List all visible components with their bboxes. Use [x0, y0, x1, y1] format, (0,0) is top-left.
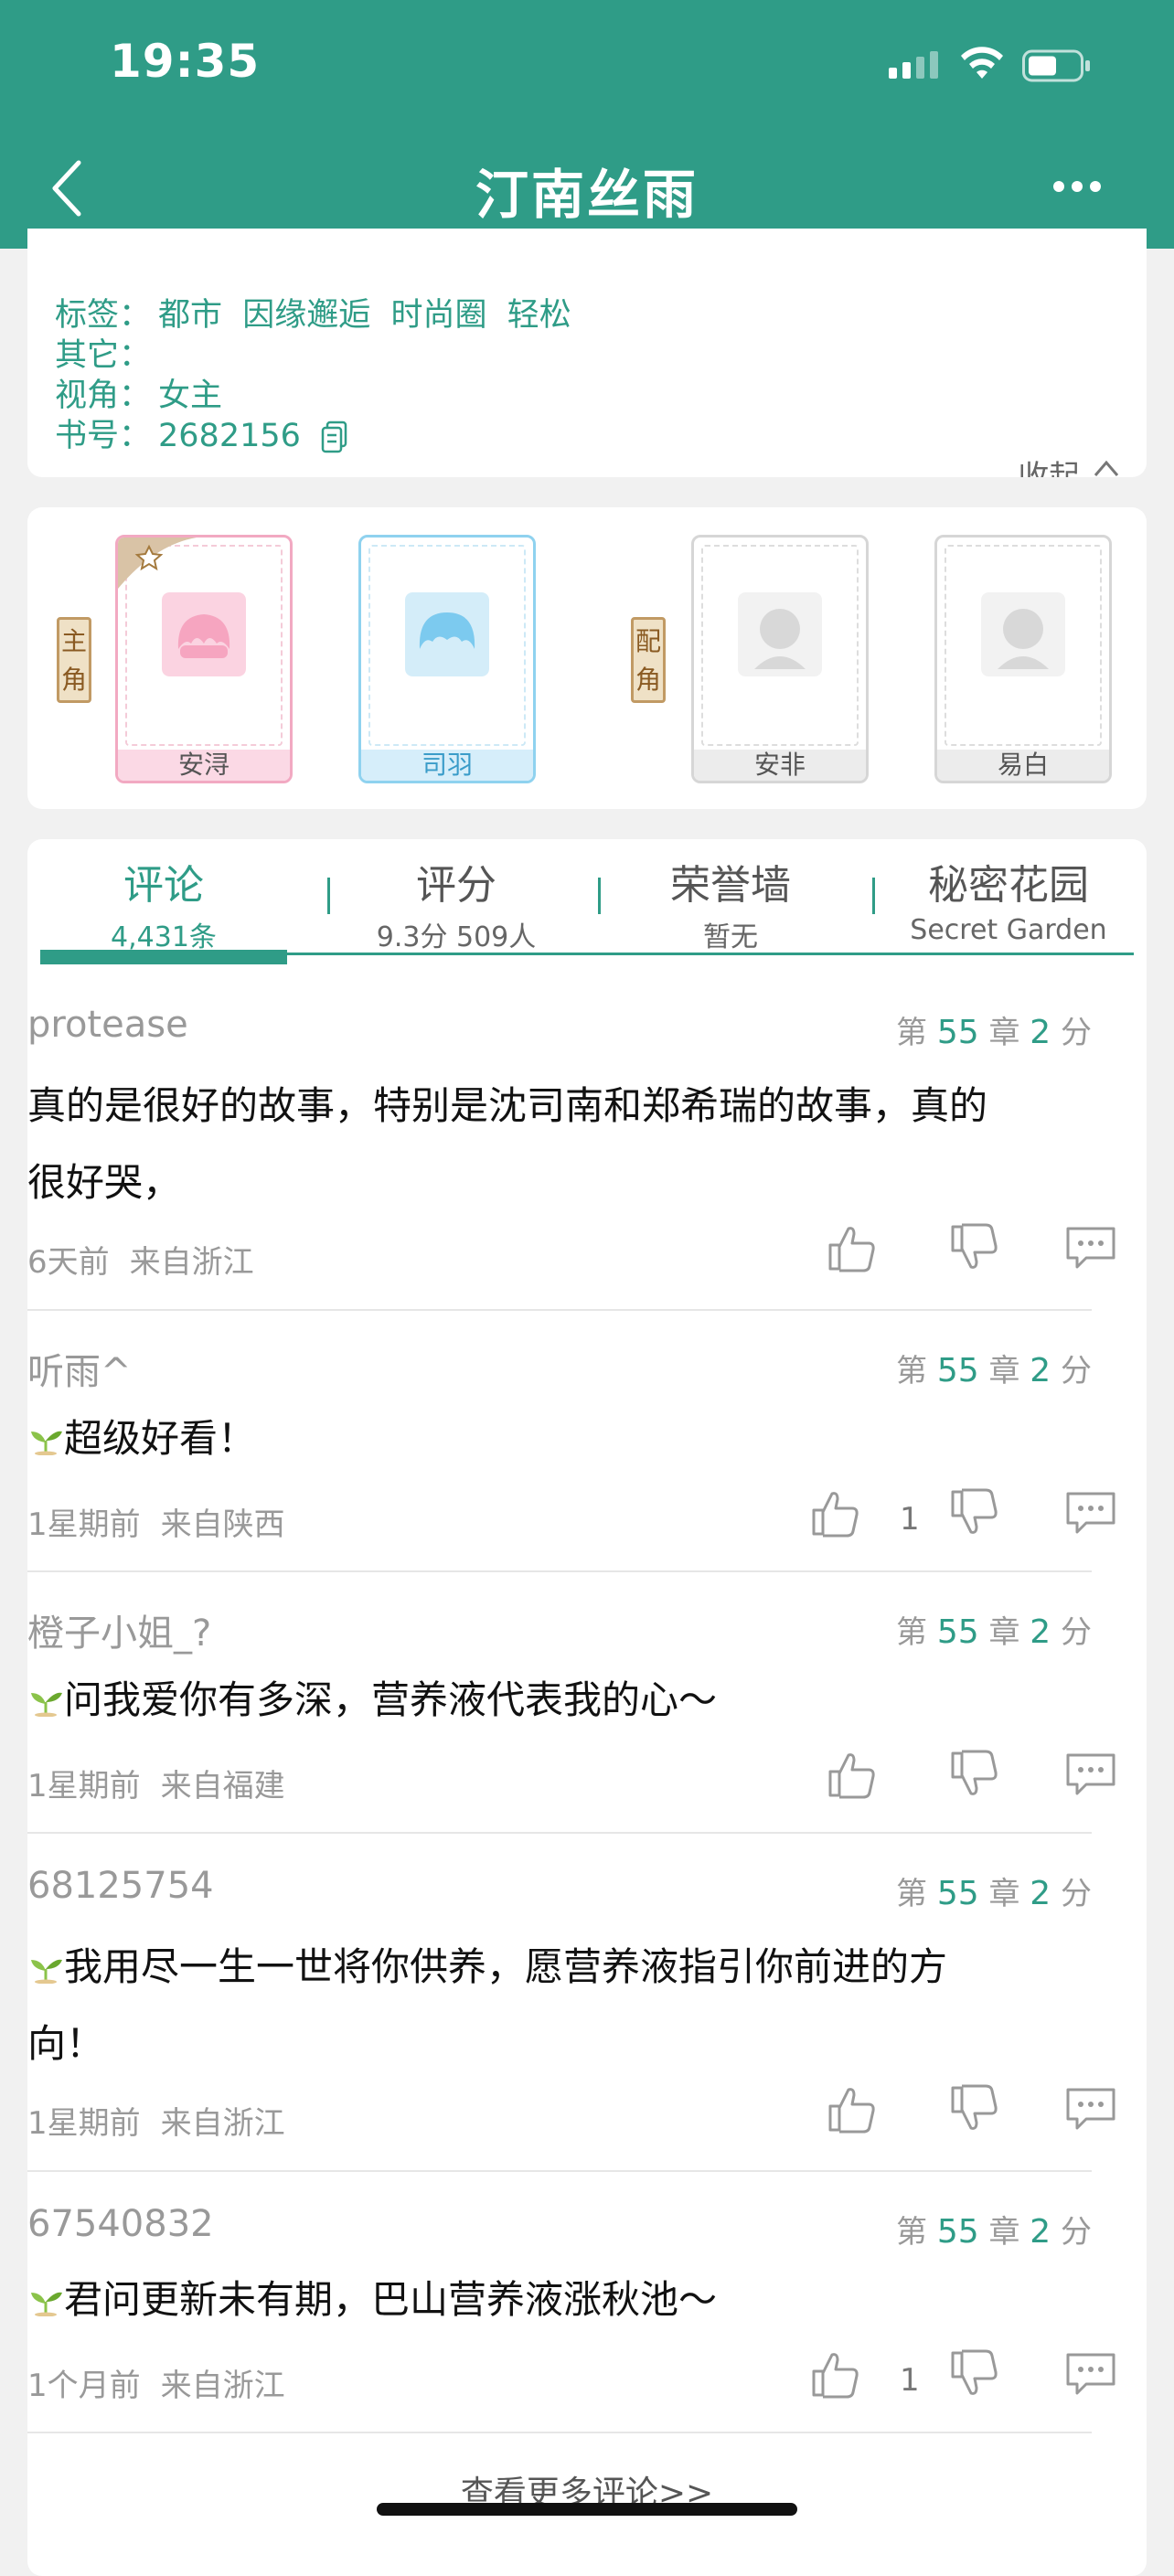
- reply-icon[interactable]: [1064, 2349, 1117, 2399]
- comment-text: 真的是很好的故事，特别是沈司南和郑希瑞的故事，真的 很好哭，: [27, 1083, 988, 1205]
- reply-icon[interactable]: [1064, 1750, 1117, 1799]
- sprout-icon: [31, 1959, 62, 1984]
- book-info-card: 收起 标签： 都市 因缘邂逅 时尚圈 轻松 其它： 视角： 女主 书号： 268215…: [27, 229, 1147, 477]
- thumbs-up-icon[interactable]: [810, 1488, 863, 1538]
- comment-username[interactable]: 橙子小姐_?: [27, 1603, 211, 1656]
- thumbs-up-icon[interactable]: [827, 1750, 880, 1799]
- comment-item: 听雨^ 第 55 章 2 分 超级好看！ 1星期前 来自陕西 1: [27, 1342, 1115, 1572]
- reply-icon[interactable]: [1064, 2084, 1117, 2134]
- comment-meta: 1星期前 来自浙江: [27, 2105, 285, 2142]
- comment-username[interactable]: 67540832: [27, 2203, 214, 2245]
- wifi-icon: [961, 47, 1003, 79]
- comment-text: 问我爱你有多深，营养液代表我的心～: [27, 1662, 717, 1739]
- avatar: [405, 592, 489, 676]
- support-role-tag: 配角: [631, 617, 666, 703]
- comment-chapter-score: 第 55 章 2 分: [896, 1613, 1092, 1651]
- comment-username[interactable]: 68125754: [27, 1865, 214, 1907]
- sprout-icon: [31, 1692, 62, 1717]
- comment-chapter-score: 第 55 章 2 分: [896, 1014, 1092, 1051]
- like-count: 1: [900, 1501, 920, 1538]
- character-name: 安非: [694, 750, 866, 781]
- reply-icon[interactable]: [1064, 1488, 1117, 1538]
- comment-text: 我用尽一生一世将你供养，愿营养液指引你前进的方 向！: [27, 1944, 948, 2066]
- thumbs-down-icon[interactable]: [949, 2084, 1002, 2134]
- character-card-yibai[interactable]: 易白: [934, 535, 1112, 783]
- comment-username[interactable]: 听雨^: [27, 1342, 132, 1395]
- character-card-siyu[interactable]: 司羽: [358, 535, 536, 783]
- comment-username[interactable]: protease: [27, 1004, 188, 1046]
- character-name: 易白: [937, 750, 1109, 781]
- page-title: 汀南丝雨: [475, 164, 699, 226]
- home-indicator[interactable]: [377, 2503, 797, 2516]
- comment-text: 超级好看！: [27, 1400, 256, 1477]
- comment-meta: 1星期前 来自陕西: [27, 1506, 285, 1543]
- thumbs-down-icon[interactable]: [949, 1488, 1002, 1538]
- collapse-link[interactable]: 收起: [1018, 452, 1123, 477]
- character-name: 司羽: [361, 750, 533, 781]
- comment-meta: 6天前 来自浙江: [27, 1244, 254, 1281]
- thumbs-down-icon[interactable]: [949, 2349, 1002, 2399]
- tab-ratings[interactable]: 评分 9.3分 509人: [333, 852, 580, 954]
- more-icon[interactable]: [1053, 168, 1108, 205]
- reply-icon[interactable]: [1064, 1223, 1117, 1272]
- avatar: [981, 592, 1065, 676]
- tab-secret-garden[interactable]: 秘密花园 Secret Garden: [876, 852, 1141, 946]
- tab-comments[interactable]: 评论 4,431条: [40, 852, 287, 954]
- comment-text: 君问更新未有期，巴山营养液涨秋池～: [27, 2262, 717, 2338]
- comment-chapter-score: 第 55 章 2 分: [896, 1352, 1092, 1389]
- character-card-anfei[interactable]: 安非: [691, 535, 869, 783]
- sprout-icon: [31, 2292, 62, 2316]
- sprout-icon: [31, 1431, 62, 1455]
- thumbs-down-icon[interactable]: [949, 1750, 1002, 1799]
- tab-honor-wall[interactable]: 荣誉墙 暂无: [607, 852, 854, 954]
- character-name: 安浔: [118, 750, 290, 781]
- comment-item: 橙子小姐_? 第 55 章 2 分 问我爱你有多深，营养液代表我的心～ 1星期前…: [27, 1603, 1115, 1834]
- comment-chapter-score: 第 55 章 2 分: [896, 2213, 1092, 2251]
- info-book-id-row: 书号： 2682156: [55, 410, 349, 456]
- character-card-anxun[interactable]: 安浔: [115, 535, 293, 783]
- thumbs-down-icon[interactable]: [949, 1223, 1002, 1272]
- copy-icon[interactable]: [320, 420, 349, 453]
- comment-item: 68125754 第 55 章 2 分 我用尽一生一世将你供养，愿营养液指引你前…: [27, 1865, 1115, 2172]
- star-icon: [118, 538, 197, 589]
- comment-item: 67540832 第 55 章 2 分 君问更新未有期，巴山营养液涨秋池～ 1个…: [27, 2203, 1115, 2433]
- avatar: [738, 592, 822, 676]
- active-tab-indicator: [40, 950, 287, 964]
- status-time: 19:35: [110, 35, 261, 88]
- thumbs-up-icon[interactable]: [827, 1223, 880, 1272]
- comment-chapter-score: 第 55 章 2 分: [896, 1875, 1092, 1912]
- chevron-up-icon: [1094, 460, 1119, 476]
- thumbs-up-icon[interactable]: [810, 2349, 863, 2399]
- cell-signal-icon: [889, 51, 938, 79]
- comment-meta: 1个月前 来自浙江: [27, 2368, 285, 2404]
- main-role-tag: 主角: [57, 617, 91, 703]
- like-count: 1: [900, 2362, 920, 2399]
- battery-icon: [1022, 49, 1090, 82]
- thumbs-up-icon[interactable]: [827, 2084, 880, 2134]
- comment-item: protease 第 55 章 2 分 真的是很好的故事，特别是沈司南和郑希瑞的…: [27, 1004, 1115, 1311]
- comment-meta: 1星期前 来自福建: [27, 1768, 285, 1804]
- top-bar: 19:35 汀南丝雨: [0, 0, 1174, 249]
- avatar: [162, 592, 246, 676]
